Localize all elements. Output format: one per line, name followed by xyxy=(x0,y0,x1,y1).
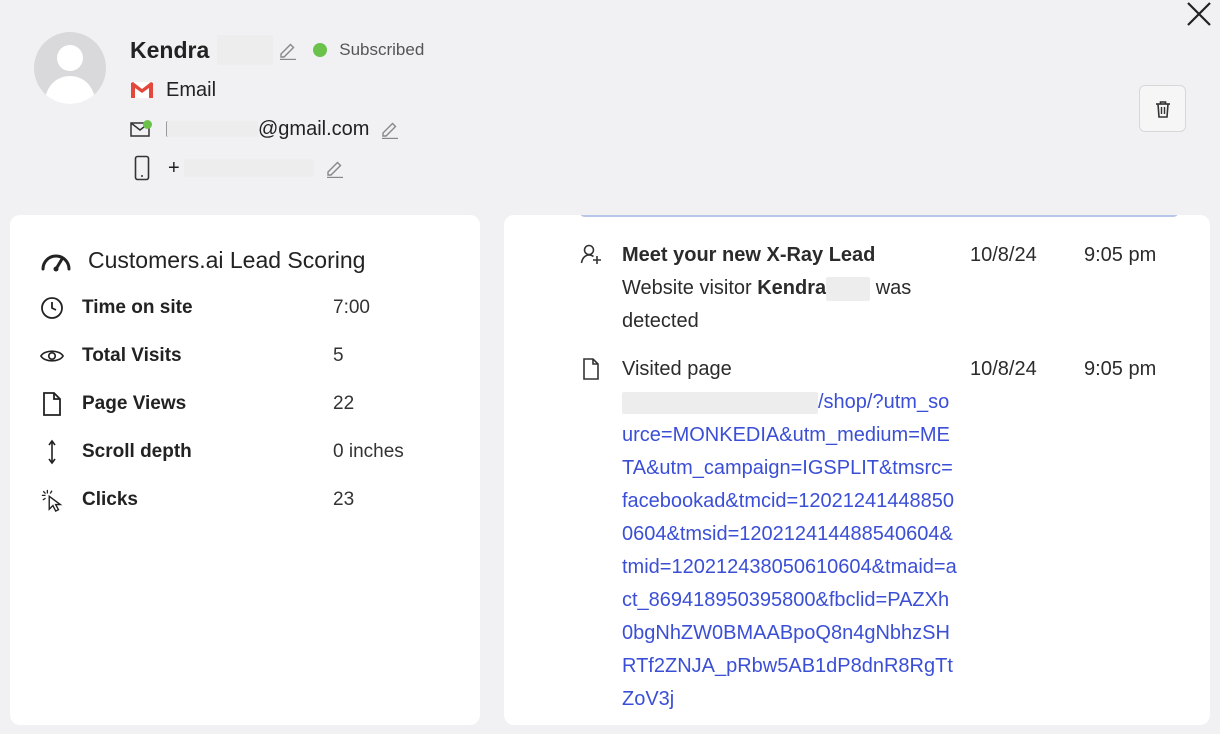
metric-label: Page Views xyxy=(82,393,187,414)
activity-text: Website visitor xyxy=(622,277,758,299)
metric-label: Total Visits xyxy=(82,345,182,366)
activity-body: Visited page /shop/?utm_source=MONKEDIA&… xyxy=(622,353,957,716)
channel-label: Email xyxy=(166,78,217,101)
visited-page-link[interactable]: /shop/?utm_source=MONKEDIA&utm_medium=ME… xyxy=(622,386,957,716)
email-row: @gmail.com xyxy=(130,115,401,143)
trash-icon xyxy=(1155,100,1170,118)
metric-value: 5 xyxy=(333,345,344,366)
lead-scoring-header: Customers.ai Lead Scoring xyxy=(40,247,365,274)
activity-time: 9:05 pm xyxy=(1084,358,1157,380)
email-verified-dot xyxy=(143,120,152,129)
edit-email-button[interactable] xyxy=(379,118,401,140)
status-badge: Subscribed xyxy=(339,40,425,59)
phone-icon xyxy=(134,155,150,181)
activity-date: 10/8/24 xyxy=(970,244,1037,266)
activity-title: Visited page xyxy=(622,358,732,380)
pencil-icon xyxy=(280,43,297,60)
visited-page-url: /shop/?utm_source=MONKEDIA&utm_medium=ME… xyxy=(622,391,957,710)
delete-contact-button[interactable] xyxy=(1139,85,1186,132)
clock-icon xyxy=(40,296,64,320)
metric-total-visits: Total Visits 5 xyxy=(40,341,460,371)
page-icon xyxy=(580,358,602,380)
metric-clicks: Clicks 23 xyxy=(40,485,460,515)
contact-name: Kendra xyxy=(130,36,210,63)
metric-label: Scroll depth xyxy=(82,441,192,462)
activity-description: Website visitor Kendra was detected xyxy=(622,272,957,338)
avatar xyxy=(34,32,106,104)
user-add-icon xyxy=(580,243,602,265)
speedometer-icon xyxy=(41,254,71,271)
activity-visitor-name: Kendra xyxy=(757,277,827,299)
email-domain: @gmail.com xyxy=(258,117,370,140)
scroll-icon xyxy=(40,439,64,465)
metric-scroll-depth: Scroll depth 0 inches xyxy=(40,437,460,467)
redacted-last-name xyxy=(826,276,871,301)
phone-row: + xyxy=(130,154,346,182)
metric-page-views: Page Views 22 xyxy=(40,389,460,419)
activity-date: 10/8/24 xyxy=(970,358,1037,380)
gmail-icon xyxy=(131,82,153,98)
contact-header: Kendra Subscribed Email @gmail.com + xyxy=(0,0,1220,210)
metric-value: 7:00 xyxy=(333,297,370,318)
contact-name-row: Kendra Subscribed xyxy=(130,33,424,67)
email-status-icon xyxy=(130,120,152,138)
metric-value: 0 inches xyxy=(333,441,404,462)
activity-feed[interactable]: Meet your new X-Ray Lead Website visitor… xyxy=(504,215,1210,725)
avatar-placeholder-icon xyxy=(44,45,96,104)
channel-row: Email xyxy=(130,76,216,104)
redacted-domain xyxy=(622,391,818,414)
metric-label: Clicks xyxy=(82,489,138,510)
status-dot xyxy=(313,43,328,57)
page-icon xyxy=(40,392,64,416)
previous-item-border xyxy=(579,215,1179,217)
click-icon xyxy=(40,487,64,513)
metric-value: 23 xyxy=(333,489,355,510)
metric-value: 22 xyxy=(333,393,355,414)
redacted-last-name xyxy=(217,35,274,65)
edit-name-button[interactable] xyxy=(277,39,299,61)
lead-scoring-panel: Customers.ai Lead Scoring Time on site 7… xyxy=(10,215,480,725)
pencil-icon xyxy=(382,122,399,139)
phone-prefix: + xyxy=(168,156,180,179)
redacted-email-user xyxy=(166,121,258,137)
edit-phone-button[interactable] xyxy=(324,157,346,179)
activity-body: Meet your new X-Ray Lead Website visitor… xyxy=(622,239,957,338)
lead-scoring-title: Customers.ai Lead Scoring xyxy=(88,247,366,273)
metric-label: Time on site xyxy=(82,297,193,318)
metric-time-on-site: Time on site 7:00 xyxy=(40,293,460,323)
activity-time: 9:05 pm xyxy=(1084,244,1157,266)
redacted-phone xyxy=(183,159,314,177)
pencil-icon xyxy=(326,161,343,178)
activity-title: Meet your new X-Ray Lead xyxy=(622,244,876,266)
eye-icon xyxy=(40,346,64,366)
